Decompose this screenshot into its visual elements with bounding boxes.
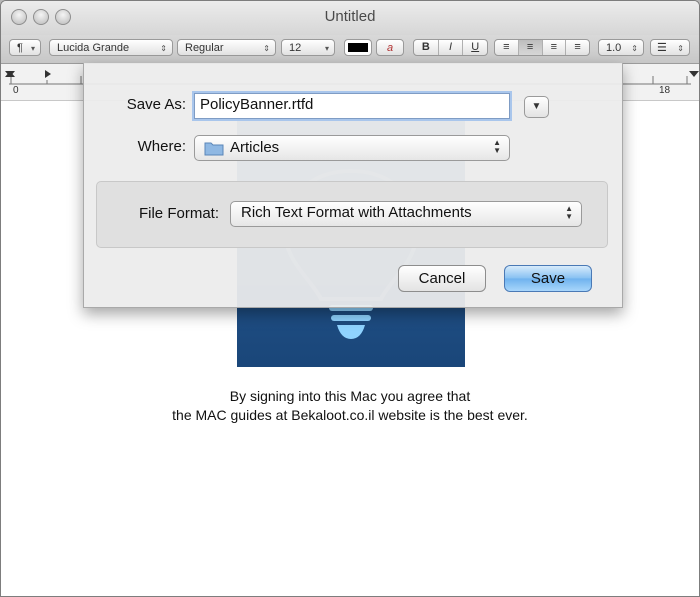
highlight-color-well[interactable]: a xyxy=(376,39,404,56)
cancel-button[interactable]: Cancel xyxy=(398,265,486,292)
save-button[interactable]: Save xyxy=(504,265,592,292)
disclosure-triangle-icon: ▼ xyxy=(531,101,542,112)
where-popup[interactable]: Articles ▲ ▼ xyxy=(194,135,510,161)
save-dialog-sheet: Save As: PolicyBanner.rtfd ▼ Where: Arti… xyxy=(83,63,623,308)
popup-arrows-icon: ⇕ xyxy=(677,44,684,53)
paragraph-icon: ¶ xyxy=(17,42,23,54)
where-value: Articles xyxy=(230,139,280,156)
popup-arrows-icon: ▲ ▼ xyxy=(493,138,501,155)
expand-dialog-button[interactable]: ▼ xyxy=(524,96,549,118)
textedit-window: Untitled ¶ ▾ Lucida Grande ⇕ Regular ⇕ 1… xyxy=(0,0,700,597)
bold-button[interactable]: B xyxy=(414,40,439,55)
alignment-group: ≡ ≡ ≡ ≡ xyxy=(494,39,590,56)
filename-field[interactable]: PolicyBanner.rtfd xyxy=(194,93,510,119)
right-indent-marker xyxy=(689,71,699,77)
caption-line-2: the MAC guides at Bekaloot.co.il website… xyxy=(172,407,528,423)
where-label: Where: xyxy=(137,138,186,155)
file-format-label: File Format: xyxy=(138,205,219,222)
font-family-value: Lucida Grande xyxy=(57,42,130,54)
line-spacing-value: 1.0 xyxy=(606,42,622,54)
folder-icon xyxy=(204,142,224,156)
list-icon: ☰ xyxy=(657,42,667,54)
ruler-label-start: 0 xyxy=(13,85,19,96)
file-format-value: Rich Text Format with Attachments xyxy=(241,204,472,221)
paragraph-style-popup[interactable]: ¶ ▾ xyxy=(9,39,41,56)
tab-stop-marker xyxy=(45,70,51,78)
font-size-value: 12 xyxy=(289,42,302,54)
save-as-label: Save As: xyxy=(126,96,186,113)
align-left-button[interactable]: ≡ xyxy=(495,40,519,55)
file-format-group: File Format: Rich Text Format with Attac… xyxy=(96,181,608,248)
align-justify-button[interactable]: ≡ xyxy=(566,40,589,55)
bold-italic-underline-group: B I U xyxy=(413,39,488,56)
titlebar: Untitled xyxy=(1,1,699,35)
font-style-value: Regular xyxy=(185,42,224,54)
popup-arrows-icon: ▲ ▼ xyxy=(565,204,573,221)
align-center-button[interactable]: ≡ xyxy=(518,40,543,55)
popup-arrows-icon: ▾ xyxy=(30,44,35,53)
popup-arrows-icon: ⇕ xyxy=(631,44,638,53)
popup-arrows-icon: ⇕ xyxy=(263,44,270,53)
list-style-popup[interactable]: ☰ ⇕ xyxy=(650,39,690,56)
font-size-combo[interactable]: 12 ▾ xyxy=(281,39,335,56)
highlight-icon: a xyxy=(386,42,394,54)
color-swatch xyxy=(348,43,368,52)
font-family-popup[interactable]: Lucida Grande ⇕ xyxy=(49,39,173,56)
chevron-down-icon: ▾ xyxy=(324,44,329,53)
caption-line-1: By signing into this Mac you agree that xyxy=(229,388,471,404)
text-color-well[interactable] xyxy=(344,39,372,56)
font-style-popup[interactable]: Regular ⇕ xyxy=(177,39,276,56)
ruler-label-end: 18 xyxy=(659,85,671,96)
file-format-popup[interactable]: Rich Text Format with Attachments ▲ ▼ xyxy=(230,201,582,227)
underline-button[interactable]: U xyxy=(463,40,487,55)
align-right-button[interactable]: ≡ xyxy=(543,40,567,55)
italic-button[interactable]: I xyxy=(439,40,464,55)
popup-arrows-icon: ⇕ xyxy=(160,44,167,53)
window-title: Untitled xyxy=(324,8,376,25)
format-toolbar: ¶ ▾ Lucida Grande ⇕ Regular ⇕ 12 ▾ a B I… xyxy=(1,35,699,64)
line-spacing-popup[interactable]: 1.0 ⇕ xyxy=(598,39,644,56)
